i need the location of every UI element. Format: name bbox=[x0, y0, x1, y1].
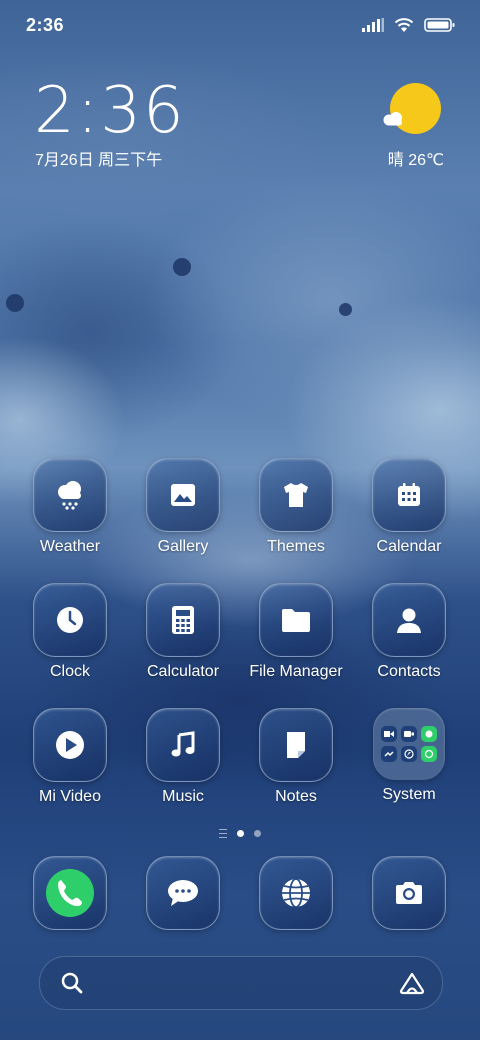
search-bar[interactable] bbox=[39, 956, 443, 1010]
mini-video-icon bbox=[381, 726, 397, 742]
home-clock[interactable]: 2:36 bbox=[34, 74, 186, 148]
page-dot[interactable] bbox=[254, 830, 261, 837]
signal-icon bbox=[362, 18, 384, 32]
mini-recorder-icon bbox=[401, 726, 417, 742]
tshirt-icon bbox=[284, 483, 308, 507]
dock-messages[interactable] bbox=[128, 856, 238, 930]
status-time: 2:36 bbox=[26, 15, 65, 35]
mini-security-icon bbox=[421, 726, 437, 742]
app-notes[interactable]: Notes bbox=[241, 708, 351, 806]
weather-snow-icon bbox=[58, 481, 81, 510]
wallpaper-blot bbox=[339, 303, 352, 316]
play-icon bbox=[56, 731, 84, 759]
app-label: Calendar bbox=[376, 538, 442, 555]
note-icon bbox=[287, 732, 305, 758]
app-label: Notes bbox=[275, 788, 317, 805]
folder-system-icon bbox=[381, 726, 437, 762]
app-weather[interactable]: Weather bbox=[15, 458, 125, 556]
app-label: Themes bbox=[267, 538, 325, 555]
app-label: Calculator bbox=[146, 663, 220, 680]
status-icons bbox=[362, 14, 456, 36]
page-dot-active[interactable] bbox=[237, 830, 244, 837]
chat-bubble-icon bbox=[168, 880, 198, 906]
dock-camera[interactable] bbox=[354, 856, 464, 930]
app-contacts[interactable]: Contacts bbox=[354, 583, 464, 681]
app-label: Contacts bbox=[377, 663, 441, 680]
mini-app-icon bbox=[421, 746, 437, 762]
wallpaper-blot bbox=[6, 294, 24, 312]
dock-phone[interactable] bbox=[15, 856, 125, 930]
folder-icon bbox=[282, 609, 310, 632]
wifi-icon bbox=[394, 18, 414, 32]
sunny-icon bbox=[390, 83, 441, 134]
phone-icon bbox=[46, 869, 94, 917]
app-label: Mi Video bbox=[39, 788, 101, 805]
contact-icon bbox=[397, 608, 421, 633]
weather-text[interactable]: 晴 26℃ bbox=[388, 146, 444, 170]
app-label: System bbox=[382, 786, 436, 803]
music-note-icon bbox=[171, 731, 195, 757]
mini-tools-icon bbox=[381, 746, 397, 762]
gallery-icon bbox=[171, 484, 195, 506]
app-mi-video[interactable]: Mi Video bbox=[15, 708, 125, 806]
status-bar: 2:36 bbox=[0, 0, 480, 48]
home-date[interactable]: 7月26日 周三下午 bbox=[35, 146, 162, 170]
app-themes[interactable]: Themes bbox=[241, 458, 351, 556]
app-label: Music bbox=[162, 788, 204, 805]
app-label: Clock bbox=[49, 663, 90, 680]
assistant-icon[interactable] bbox=[398, 971, 426, 995]
app-label: Gallery bbox=[157, 538, 209, 555]
app-label: Weather bbox=[39, 538, 101, 555]
cloud-icon bbox=[383, 112, 402, 126]
app-calculator[interactable]: Calculator bbox=[128, 583, 238, 681]
clock-icon bbox=[57, 607, 83, 633]
minus-one-screen-indicator[interactable] bbox=[219, 829, 227, 838]
wallpaper-blot bbox=[173, 258, 191, 276]
camera-icon bbox=[396, 882, 422, 904]
app-gallery[interactable]: Gallery bbox=[128, 458, 238, 556]
dock-browser[interactable] bbox=[241, 856, 351, 930]
mini-compass-icon bbox=[401, 746, 417, 762]
globe-icon bbox=[282, 878, 310, 908]
app-music[interactable]: Music bbox=[128, 708, 238, 806]
app-calendar[interactable]: Calendar bbox=[354, 458, 464, 556]
app-file-manager[interactable]: File Manager bbox=[241, 583, 351, 681]
app-label: File Manager bbox=[249, 663, 343, 680]
calculator-icon bbox=[172, 606, 194, 634]
calendar-icon bbox=[398, 483, 420, 506]
page-indicator[interactable] bbox=[0, 829, 480, 838]
app-folder-system[interactable]: System bbox=[354, 708, 464, 804]
search-icon[interactable] bbox=[60, 971, 84, 995]
app-clock[interactable]: Clock bbox=[15, 583, 125, 681]
battery-icon bbox=[424, 18, 455, 32]
